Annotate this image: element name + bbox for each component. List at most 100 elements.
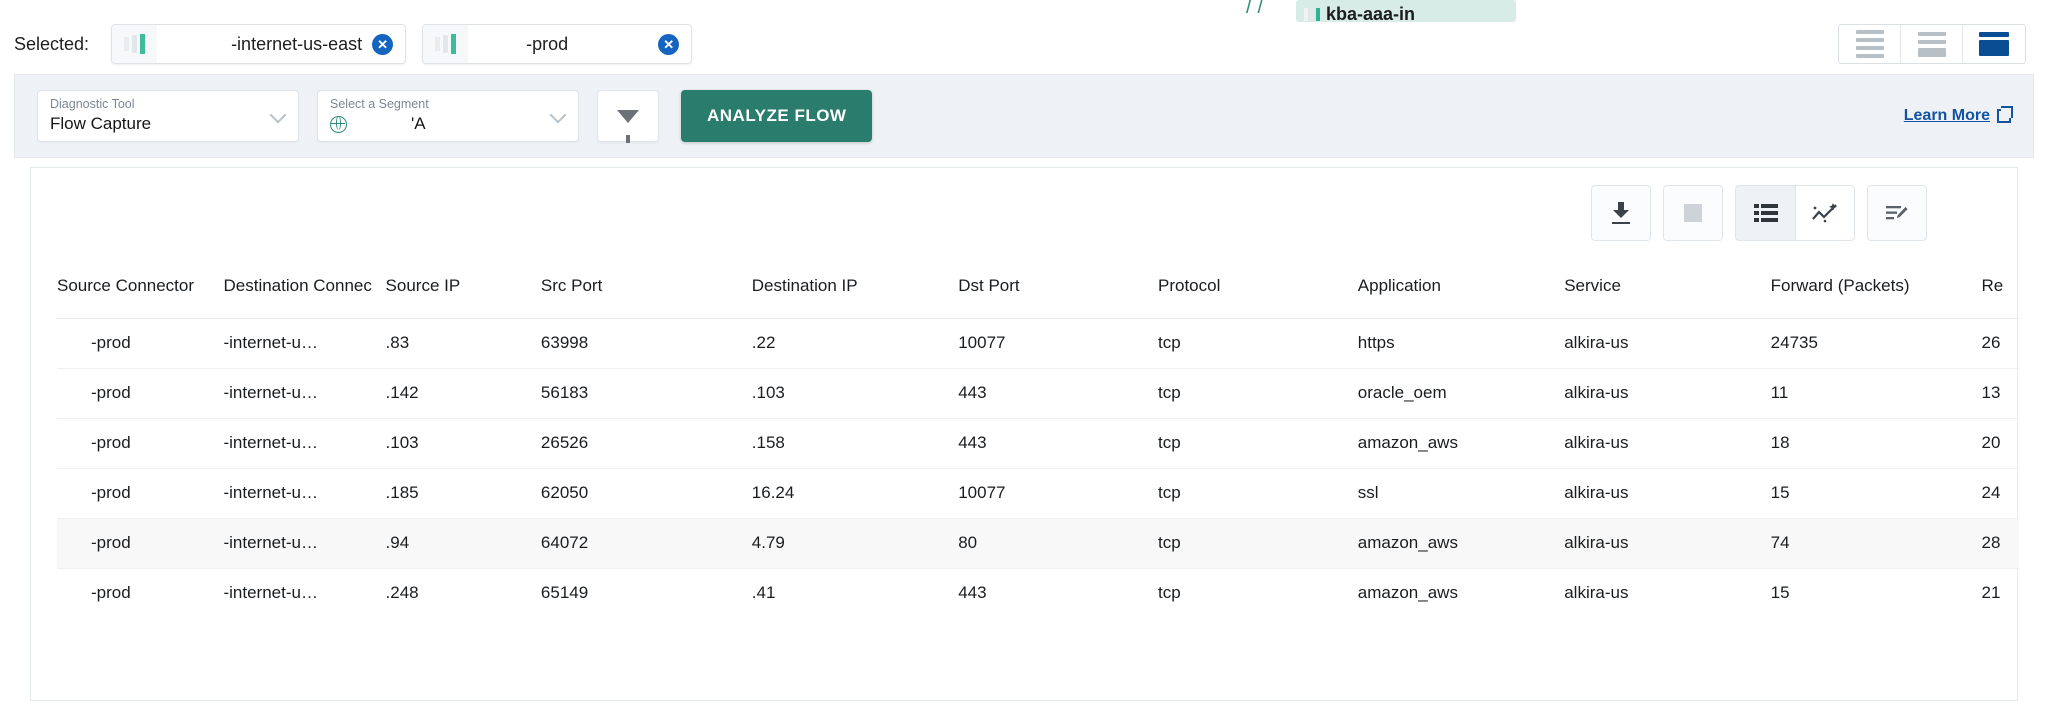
table-view-button[interactable] bbox=[1735, 185, 1795, 241]
cell-forward-packets: 15 bbox=[1770, 468, 1982, 519]
table-row[interactable]: -prod -internet-u… .103 26526 .158 443 t… bbox=[57, 418, 2019, 469]
panel-toolbar bbox=[1591, 185, 1927, 241]
cell-application: ssl bbox=[1357, 468, 1565, 519]
redacted-block bbox=[167, 33, 232, 55]
flow-table: Source Connector Destination Connec Sour… bbox=[57, 270, 2019, 618]
table-row[interactable]: -prod -internet-u… .94 64072 4.79 80 tcp… bbox=[57, 518, 2019, 569]
external-link-icon bbox=[1997, 106, 2013, 123]
selected-chip-internet-us-east[interactable]: -internet-us-east ✕ bbox=[111, 24, 407, 64]
cell-destination-ip: .41 bbox=[751, 583, 776, 603]
view-toggle-group[interactable] bbox=[1735, 185, 1855, 241]
chart-view-button[interactable] bbox=[1795, 185, 1855, 241]
cell-src-port: 65149 bbox=[540, 583, 589, 603]
chart-view-icon bbox=[1812, 203, 1838, 223]
cell-source-ip: .94 bbox=[385, 518, 541, 569]
column-header-source-connector[interactable]: Source Connector bbox=[57, 270, 224, 319]
column-header-application[interactable]: Application bbox=[1357, 270, 1565, 319]
cell-source-ip: .248 bbox=[385, 583, 419, 603]
table-row[interactable]: -prod -internet-u… .142 56183 .103 443 t… bbox=[57, 368, 2019, 419]
column-header-service[interactable]: Service bbox=[1564, 270, 1771, 319]
cell-source-ip: .185 bbox=[385, 468, 541, 519]
cell-source-connector: -prod bbox=[57, 518, 224, 569]
cell-forward-packets: 24735 bbox=[1770, 318, 1982, 369]
column-header-src-port[interactable]: Src Port bbox=[540, 270, 752, 319]
redacted-block bbox=[478, 33, 527, 55]
cut-off-tooltip-text: kba-aaa-in bbox=[1326, 4, 1416, 22]
selected-chip-row: -internet-us-east ✕ -prod ✕ bbox=[111, 24, 693, 64]
cell-forward-packets: 18 bbox=[1770, 418, 1982, 469]
cell-dst-port: 10077 bbox=[958, 468, 1158, 519]
table-row[interactable]: -prod -internet-u… .248 65149 .41 443 tc… bbox=[57, 568, 2019, 618]
column-header-dst-port[interactable]: Dst Port bbox=[958, 270, 1158, 319]
stop-icon bbox=[1684, 204, 1702, 222]
column-header-source-ip[interactable]: Source IP bbox=[385, 270, 541, 319]
diagnostic-tool-select[interactable]: Diagnostic Tool Flow Capture bbox=[37, 90, 299, 142]
cell-service: alkira-us bbox=[1564, 583, 1629, 603]
segment-value-row: 'A bbox=[330, 112, 568, 136]
column-header-destination-connector[interactable]: Destination Connec bbox=[223, 270, 386, 319]
cell-application: amazon_aws bbox=[1357, 518, 1565, 569]
column-header-forward-packets[interactable]: Forward (Packets) bbox=[1770, 270, 1982, 319]
cell-source-connector: -prod bbox=[91, 583, 131, 603]
table-row[interactable]: -prod -internet-u… .185 62050 16.24 1007… bbox=[57, 468, 2019, 519]
selected-label: Selected: bbox=[14, 33, 90, 54]
cell-dst-port: 443 bbox=[958, 418, 1158, 469]
controls-strip: Diagnostic Tool Flow Capture Select a Se… bbox=[14, 74, 2034, 158]
column-header-reverse[interactable]: Re bbox=[1981, 270, 2019, 319]
cell-destination-ip: .158 bbox=[751, 418, 959, 469]
analyze-flow-button[interactable]: ANALYZE FLOW bbox=[681, 90, 873, 142]
cell-src-port: 62050 bbox=[540, 468, 752, 519]
cell-reverse: 20 bbox=[1981, 418, 2019, 469]
column-header-destination-ip[interactable]: Destination IP bbox=[751, 270, 959, 319]
close-circle-icon[interactable]: ✕ bbox=[372, 33, 394, 55]
column-header-protocol[interactable]: Protocol bbox=[1158, 270, 1358, 319]
cell-reverse: 24 bbox=[1981, 468, 2019, 519]
cell-forward-packets: 15 bbox=[1770, 583, 1790, 603]
cell-dst-port: 443 bbox=[958, 368, 1158, 419]
cell-src-port: 56183 bbox=[540, 368, 752, 419]
cell-service: alkira-us bbox=[1564, 318, 1771, 369]
layout-list-icon bbox=[1855, 30, 1884, 58]
cell-protocol: tcp bbox=[1158, 468, 1358, 519]
table-row[interactable]: -prod -internet-u… .83 63998 .22 10077 t… bbox=[57, 318, 2019, 369]
layout-list-icon-button[interactable] bbox=[1839, 25, 1901, 63]
cell-destination-connector: -internet-u… bbox=[223, 468, 386, 519]
cell-destination-ip: .103 bbox=[751, 368, 959, 419]
cell-dst-port: 443 bbox=[958, 583, 987, 603]
cell-reverse: 21 bbox=[1981, 583, 2001, 603]
download-button[interactable] bbox=[1591, 185, 1651, 241]
close-circle-icon[interactable]: ✕ bbox=[658, 33, 680, 55]
stop-button[interactable] bbox=[1663, 185, 1723, 241]
cell-service: alkira-us bbox=[1564, 418, 1771, 469]
layout-toggle-group[interactable] bbox=[1838, 24, 2026, 64]
flow-table-container[interactable]: Source Connector Destination Connec Sour… bbox=[57, 270, 2019, 618]
cell-application: amazon_aws bbox=[1357, 418, 1565, 469]
cell-destination-ip: .22 bbox=[751, 318, 959, 369]
cut-off-slash-decoration: // bbox=[1246, 0, 1292, 18]
selected-bar: Selected: -internet-us-east ✕ -prod ✕ bbox=[0, 14, 2048, 74]
cell-reverse: 26 bbox=[1981, 318, 2019, 369]
learn-more-link[interactable]: Learn More bbox=[1904, 106, 2013, 125]
layout-split-icon-button[interactable] bbox=[1901, 25, 1963, 63]
cell-protocol: tcp bbox=[1158, 583, 1181, 603]
chevron-down-icon bbox=[552, 111, 566, 125]
edit-notes-button[interactable] bbox=[1867, 185, 1927, 241]
cell-reverse: 28 bbox=[1981, 518, 2019, 569]
segment-select[interactable]: Select a Segment 'A bbox=[317, 90, 579, 142]
cell-destination-connector: -internet-u… bbox=[223, 518, 386, 569]
table-header-row: Source Connector Destination Connec Sour… bbox=[57, 270, 2019, 319]
layout-full-icon-button[interactable] bbox=[1963, 25, 2025, 63]
cell-dst-port: 10077 bbox=[958, 318, 1158, 369]
cell-forward-packets: 11 bbox=[1770, 368, 1982, 419]
cell-destination-ip: 4.79 bbox=[751, 518, 959, 569]
cell-service: alkira-us bbox=[1564, 518, 1771, 569]
cell-source-connector: -prod bbox=[57, 318, 224, 369]
segment-value: 'A bbox=[411, 114, 426, 133]
slash-text: // bbox=[1246, 0, 1270, 18]
selected-chip-prod[interactable]: -prod ✕ bbox=[422, 24, 693, 64]
flow-table-body: -prod -internet-u… .83 63998 .22 10077 t… bbox=[57, 318, 2019, 618]
diagnostic-tool-label: Diagnostic Tool bbox=[50, 97, 135, 111]
redacted-block-tail bbox=[578, 34, 651, 54]
filter-button[interactable] bbox=[597, 90, 659, 143]
cell-destination-ip: 16.24 bbox=[751, 468, 959, 519]
